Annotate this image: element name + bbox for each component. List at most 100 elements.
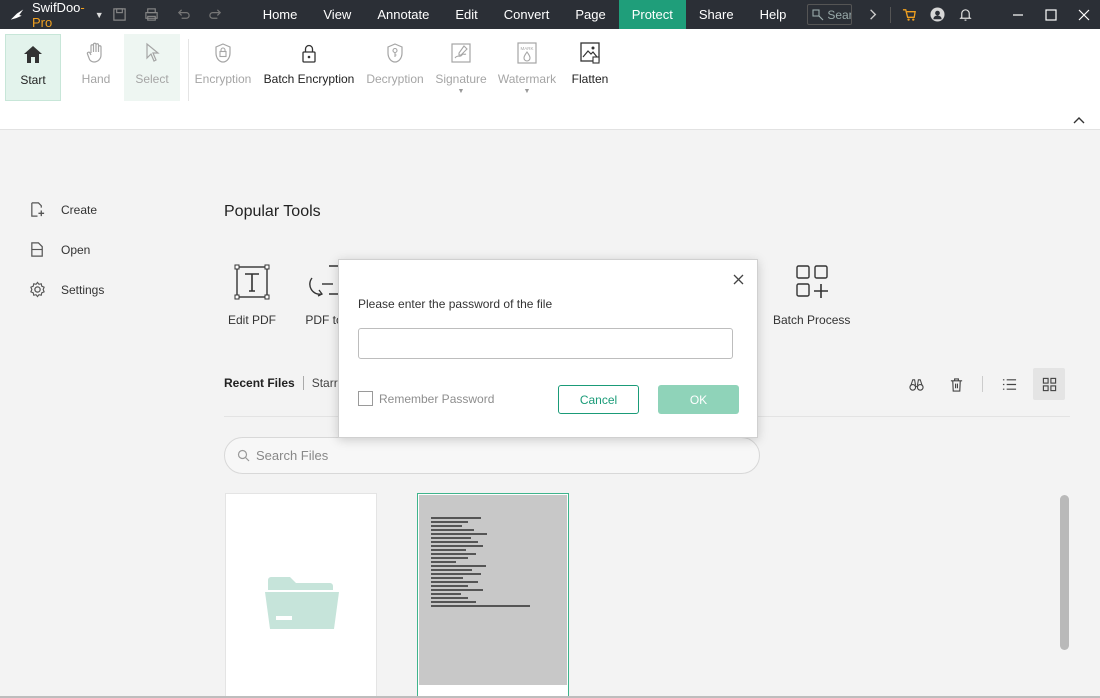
- watermark-icon: MARK: [517, 42, 537, 64]
- signature-button[interactable]: Signature ▼: [432, 34, 490, 101]
- file-view-controls: [900, 368, 1073, 400]
- main-menu: Home View Annotate Edit Convert Page Pro…: [250, 0, 800, 29]
- divider: [890, 6, 891, 23]
- cursor-icon: [146, 42, 160, 62]
- account-button[interactable]: [923, 0, 951, 29]
- watermark-dropdown-icon[interactable]: ▼: [524, 88, 531, 95]
- menu-annotate[interactable]: Annotate: [364, 0, 442, 29]
- remember-password-checkbox[interactable]: Remember Password: [358, 391, 494, 406]
- checkbox-box[interactable]: [358, 391, 373, 406]
- ok-button[interactable]: OK: [658, 385, 739, 414]
- decryption-button[interactable]: Decryption: [364, 34, 426, 101]
- lock-shield-icon: [215, 43, 231, 63]
- app-name: SwifDoo-Pro: [32, 0, 85, 30]
- password-input[interactable]: [358, 328, 733, 359]
- notifications-button[interactable]: [951, 0, 979, 29]
- signature-dropdown-icon[interactable]: ▼: [458, 88, 465, 95]
- signature-label: Signature: [435, 72, 487, 86]
- find-files-button[interactable]: [900, 368, 932, 400]
- folder-icon: [265, 577, 339, 629]
- decryption-label: Decryption: [366, 72, 424, 86]
- save-button[interactable]: [104, 0, 136, 29]
- vertical-scrollbar[interactable]: [1060, 495, 1069, 650]
- sidebar-open-label: Open: [61, 242, 91, 257]
- save-icon: [113, 8, 126, 21]
- hand-tool-button[interactable]: Hand: [68, 34, 124, 101]
- bell-icon: [958, 9, 972, 21]
- sidebar-create-label: Create: [61, 202, 98, 217]
- select-label: Select: [135, 72, 169, 86]
- svg-text:MARK: MARK: [520, 46, 533, 51]
- menu-page[interactable]: Page: [562, 0, 618, 29]
- close-icon[interactable]: [732, 273, 745, 286]
- menu-protect[interactable]: Protect: [618, 0, 686, 29]
- app-menu-dropdown-icon[interactable]: ▼: [95, 10, 104, 20]
- tab-divider: [302, 376, 304, 390]
- app-menu[interactable]: SwifDoo-Pro ▼: [10, 0, 104, 30]
- password-prompt: Please enter the password of the file: [358, 297, 553, 311]
- hand-icon: [86, 42, 102, 63]
- list-view-button[interactable]: [993, 368, 1025, 400]
- start-button[interactable]: Start: [5, 34, 61, 101]
- maximize-button[interactable]: [1034, 0, 1067, 29]
- encryption-button[interactable]: Encryption: [193, 34, 253, 101]
- binoculars-icon: [908, 378, 924, 391]
- hand-label: Hand: [81, 72, 111, 86]
- command-search-placeholder: Search: [827, 7, 851, 22]
- search-files-input[interactable]: Search Files: [224, 437, 760, 474]
- sidebar-item-settings[interactable]: Settings: [29, 281, 104, 298]
- tab-recent-files[interactable]: Recent Files: [224, 376, 295, 390]
- maximize-icon: [1044, 8, 1057, 21]
- grid-plus-icon: [795, 265, 828, 298]
- close-icon: [1078, 9, 1089, 20]
- select-tool-button[interactable]: Select: [124, 34, 180, 101]
- cancel-button[interactable]: Cancel: [558, 385, 639, 414]
- recent-file-card[interactable]: [417, 493, 569, 698]
- batch-encryption-button[interactable]: Batch Encryption: [261, 34, 357, 101]
- start-label: Start: [20, 73, 46, 87]
- flatten-button[interactable]: Flatten: [566, 34, 614, 101]
- store-button[interactable]: [895, 0, 923, 29]
- title-bar: SwifDoo-Pro ▼ Home View Annotate Edit Co…: [0, 0, 1100, 30]
- swift-bird-icon: [10, 9, 24, 20]
- minimize-button[interactable]: [1001, 0, 1034, 29]
- collapse-ribbon-icon[interactable]: [1072, 114, 1086, 126]
- tool-edit-pdf[interactable]: Edit PDF: [228, 264, 276, 327]
- menu-edit[interactable]: Edit: [442, 0, 490, 29]
- command-search[interactable]: Search: [807, 4, 852, 25]
- list-icon: [1002, 378, 1016, 390]
- search-files-placeholder: Search Files: [256, 448, 329, 463]
- open-folder-card[interactable]: [225, 493, 377, 698]
- key-shield-icon: [387, 43, 403, 63]
- menu-convert[interactable]: Convert: [491, 0, 563, 29]
- delete-button[interactable]: [940, 368, 972, 400]
- sidebar-item-create[interactable]: Create: [29, 201, 97, 218]
- menu-view[interactable]: View: [310, 0, 364, 29]
- print-button[interactable]: [136, 0, 168, 29]
- more-menu-button[interactable]: [858, 0, 886, 29]
- flatten-label: Flatten: [571, 72, 609, 86]
- menu-share[interactable]: Share: [686, 0, 747, 29]
- password-dialog: Please enter the password of the file Re…: [338, 259, 758, 438]
- tool-batch-process[interactable]: Batch Process: [773, 264, 850, 327]
- cart-icon: [902, 9, 916, 21]
- menu-home[interactable]: Home: [250, 0, 311, 29]
- sidebar-item-open[interactable]: Open: [29, 241, 90, 258]
- redo-icon: [209, 9, 222, 19]
- menu-help[interactable]: Help: [747, 0, 800, 29]
- padlock-icon: [302, 44, 316, 63]
- close-window-button[interactable]: [1067, 0, 1100, 29]
- sidebar-settings-label: Settings: [61, 282, 105, 297]
- grid-view-button[interactable]: [1033, 368, 1065, 400]
- watermark-button[interactable]: MARK Watermark ▼: [495, 34, 559, 101]
- redo-button[interactable]: [200, 0, 232, 29]
- user-icon: [929, 7, 945, 22]
- view-divider: [982, 376, 983, 392]
- remember-password-label: Remember Password: [379, 391, 495, 406]
- open-file-icon: [31, 242, 43, 257]
- print-icon: [145, 8, 158, 21]
- trash-icon: [950, 377, 962, 392]
- text-edit-icon: [234, 264, 270, 300]
- undo-button[interactable]: [168, 0, 200, 29]
- flatten-icon: [580, 42, 600, 64]
